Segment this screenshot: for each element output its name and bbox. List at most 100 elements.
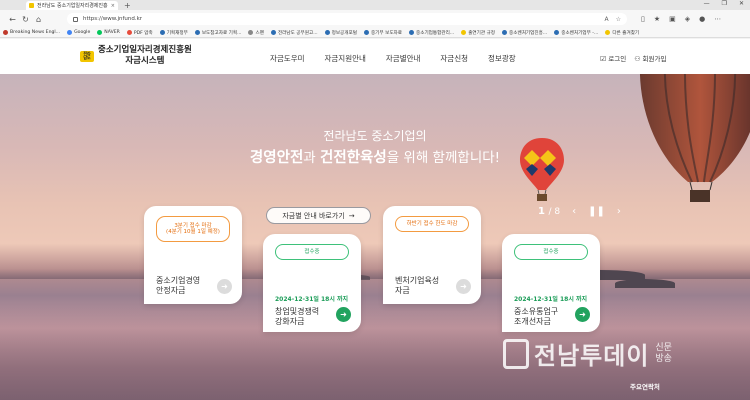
refresh-icon[interactable]: ↻ — [19, 15, 32, 24]
jeonnam-emblem-icon: 전라 남도 — [80, 50, 94, 62]
island-shape — [615, 279, 675, 288]
hero-heading-bold-1: 경영안전 — [249, 150, 304, 166]
logo-line-1: 중소기업일자리경제진흥원 — [98, 45, 192, 55]
fund-card-management-stability[interactable]: 3분기 접수 마감 (4분기 10월 1일 예정) 중소기업경영 안정자금 ➜ — [144, 206, 242, 304]
bookmark-item[interactable]: 기획재정부 — [159, 30, 188, 36]
bookmark-favicon-icon — [248, 30, 254, 35]
bookmark-favicon-icon — [461, 30, 467, 35]
bookmark-item[interactable]: 스펜 — [248, 30, 264, 36]
hero-heading: 경영안전과 건전한육성을 위해 함께합니다! — [0, 146, 750, 167]
slide-total: / 8 — [548, 207, 561, 217]
extensions-icon[interactable]: ◈ — [685, 15, 690, 23]
bookmark-label: 보도참고자료 기획... — [201, 30, 242, 36]
bookmark-label: PDF 압축 — [133, 30, 153, 36]
login-link[interactable]: ☑ 로그인 — [600, 53, 626, 63]
new-tab-button[interactable]: + — [124, 1, 131, 10]
nav-info-square[interactable]: 정보광장 — [488, 53, 516, 64]
deadline-text: 2024-12-31일 18시 까지 — [514, 296, 587, 303]
tab-title: 전라남도 중소기업일자리경제진흥 — [37, 3, 108, 9]
prev-slide-icon[interactable]: ‹ — [572, 206, 576, 217]
bookmark-item[interactable]: PDF 압축 — [126, 30, 153, 36]
more-menu-icon[interactable]: ⋯ — [714, 15, 721, 23]
bookmark-item[interactable]: 다른 즐겨찾기 — [605, 30, 639, 36]
fund-title: 중소유통업구 조개선자금 — [514, 307, 559, 326]
favorites-icon[interactable]: ★ — [654, 15, 660, 23]
utility-links: ☑ 로그인 ⚇ 회원가입 — [600, 53, 666, 63]
bookmark-favicon-icon — [67, 30, 73, 35]
nav-fund-support-guide[interactable]: 자금지원안내 — [325, 53, 366, 64]
go-arrow-icon[interactable]: ➜ — [217, 279, 232, 294]
arrow-right-icon: → — [348, 211, 355, 220]
bookmark-favicon-icon — [502, 30, 508, 35]
bookmark-label: Google — [74, 30, 91, 35]
bookmark-favicon-icon — [324, 30, 330, 35]
status-badge: 접수중 — [275, 244, 349, 260]
bookmark-favicon-icon — [363, 30, 369, 35]
bookmark-favicon-icon — [97, 30, 103, 35]
deadline-text: 2024-12-31일 18시 까지 — [275, 296, 348, 303]
bookmark-label: 중소벤처기업부 -... — [561, 30, 599, 36]
bookmark-item[interactable]: NAVER — [97, 30, 120, 35]
hero-heading-bold-2: 건전한육성 — [320, 150, 387, 166]
bookmark-item[interactable]: 중소기업통합관리... — [409, 30, 454, 36]
status-badge: 하반기 접수 한도 마감 — [395, 216, 469, 232]
browser-tab[interactable]: 전라남도 중소기업일자리경제진흥 × — [26, 1, 118, 10]
fund-card-distribution-restructuring[interactable]: 접수중 2024-12-31일 18시 까지 중소유통업구 조개선자금 ➜ — [502, 234, 600, 332]
read-aloud-icon[interactable]: A — [605, 16, 609, 23]
bookmark-label: 중소벤처기업진흥... — [509, 30, 548, 36]
bookmark-item[interactable]: 출연기관 규정 — [461, 30, 495, 36]
home-icon[interactable]: ⌂ — [32, 15, 45, 24]
go-arrow-icon[interactable]: ➜ — [336, 307, 351, 322]
bookmark-item[interactable]: 중소벤처기업부 -... — [554, 30, 598, 36]
tab-close-icon[interactable]: × — [111, 3, 115, 9]
minimize-icon[interactable]: — — [704, 0, 710, 7]
window-controls: — ❐ ✕ — [704, 0, 744, 7]
bookmark-item[interactable]: 중소벤처기업진흥... — [502, 30, 547, 36]
bookmark-favicon-icon — [159, 30, 165, 35]
go-arrow-icon[interactable]: ➜ — [575, 307, 590, 322]
pause-icon[interactable]: ❚❚ — [588, 206, 605, 217]
bookmark-item[interactable]: 중기부 보도자료 — [363, 30, 402, 36]
nav-fund-application[interactable]: 자금신청 — [440, 53, 468, 64]
collections-icon[interactable]: ▣ — [669, 15, 676, 23]
login-label: 로그인 — [608, 55, 627, 63]
logo-text: 중소기업일자리경제진흥원 자금시스템 — [98, 45, 192, 67]
fund-guide-shortcut-button[interactable]: 자금별 안내 바로가기 → — [266, 207, 371, 224]
slide-controls: 1 / 8 ‹ ❚❚ › — [538, 206, 621, 217]
maximize-icon[interactable]: ❐ — [722, 0, 727, 7]
nav-fund-helper[interactable]: 자금도우미 — [270, 53, 305, 64]
bookmark-item[interactable]: 전라남도 공무원고... — [270, 30, 318, 36]
close-window-icon[interactable]: ✕ — [739, 0, 744, 7]
bookmark-item[interactable]: 정보공개포털 — [324, 30, 357, 36]
go-arrow-icon[interactable]: ➜ — [456, 279, 471, 294]
bookmark-favicon-icon — [409, 30, 414, 35]
fund-card-venture-development[interactable]: 하반기 접수 한도 마감 벤처기업육성 자금 ➜ — [383, 206, 481, 304]
site-favicon-icon — [29, 3, 34, 8]
nav-fund-type-guide[interactable]: 자금별안내 — [386, 53, 421, 64]
profile-icon[interactable]: ● — [699, 15, 705, 23]
next-slide-icon[interactable]: › — [617, 206, 621, 217]
url-text: https://www.jnfund.kr — [83, 16, 143, 22]
login-check-icon: ☑ — [600, 55, 607, 63]
signup-link[interactable]: ⚇ 회원가입 — [634, 53, 666, 63]
fund-card-startup-competitiveness[interactable]: 접수중 2024-12-31일 18시 까지 창업및경쟁력 강화자금 ➜ — [263, 234, 361, 332]
split-screen-icon[interactable]: ▯ — [641, 15, 645, 23]
news-watermark: 전남투데이 신문 방송 — [503, 336, 672, 371]
status-badge: 접수중 — [514, 244, 588, 260]
bookmark-favicon-icon — [554, 30, 560, 35]
bookmark-label: NAVER — [104, 30, 120, 35]
bookmark-favicon-icon — [126, 30, 132, 35]
site-logo[interactable]: 전라 남도 중소기업일자리경제진흥원 자금시스템 — [80, 45, 192, 67]
logo-line-2: 자금시스템 — [125, 56, 165, 66]
bookmark-item[interactable]: Breaking News Engl... — [3, 30, 60, 35]
hero-banner: 전라남도 중소기업의 경영안전과 건전한육성을 위해 함께합니다! 자금별 안내… — [0, 74, 750, 400]
bookmark-label: 출연기관 규정 — [468, 30, 496, 36]
user-icon: ⚇ — [634, 55, 641, 63]
back-icon[interactable]: ← — [6, 15, 19, 24]
main-contacts-link[interactable]: 주요연락처 — [630, 381, 660, 391]
url-field[interactable]: https://www.jnfund.kr A ☆ — [67, 13, 627, 25]
bookmark-item[interactable]: 보도참고자료 기획... — [194, 30, 242, 36]
signup-label: 회원가입 — [642, 55, 667, 63]
bookmark-item[interactable]: Google — [67, 30, 90, 35]
favorite-star-icon[interactable]: ☆ — [616, 16, 621, 23]
